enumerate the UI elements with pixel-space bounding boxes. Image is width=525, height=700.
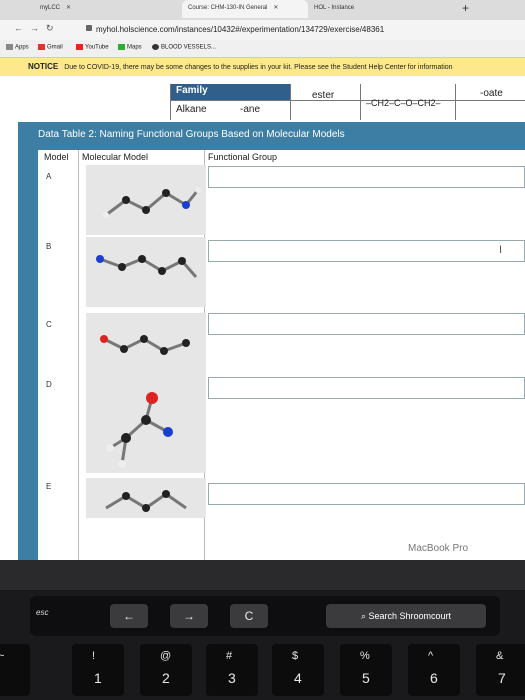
- notice-banner: NOTICE Due to COVID-19, there may be some…: [0, 58, 525, 76]
- forward-arrow-icon[interactable]: →: [170, 604, 208, 628]
- bookmark-apps[interactable]: Apps: [6, 44, 29, 51]
- molecule-image-b: [86, 237, 206, 307]
- key-7[interactable]: & 7: [476, 644, 525, 696]
- tab-mylcc[interactable]: myLCC ✕: [34, 0, 182, 18]
- row-label: A: [46, 172, 52, 181]
- tab-label: Course: CHM-130-IN General: [188, 5, 268, 11]
- functional-group-input-b[interactable]: I: [208, 240, 525, 262]
- tab-hol-instance[interactable]: HOL - Instance: [308, 0, 458, 18]
- globe-icon: [152, 44, 159, 50]
- new-tab-icon[interactable]: +: [462, 1, 469, 15]
- key-tilde[interactable]: ~: [0, 644, 30, 696]
- divider: [78, 150, 79, 560]
- suffix-cell: -ane: [240, 104, 261, 115]
- reload-icon[interactable]: C: [230, 604, 268, 628]
- family-cell: Alkane: [176, 104, 207, 115]
- close-icon[interactable]: ✕: [273, 5, 278, 11]
- family-table: Family ester -oate Alkane -ane –CH2–C–O–…: [170, 84, 525, 120]
- keyboard-row: ~ ! 1 @2 #3 $4 % 5 ^ 6 & 7: [0, 640, 525, 700]
- data-table: Model Molecular Model Functional Group A…: [38, 150, 525, 560]
- key-3[interactable]: #3: [206, 644, 258, 696]
- key-1[interactable]: ! 1: [72, 644, 124, 696]
- family-cell: ester: [312, 90, 335, 101]
- key-5[interactable]: % 5: [340, 644, 392, 696]
- functional-group-input-c[interactable]: [208, 313, 525, 335]
- bookmark-blood-vessels[interactable]: BLOOD VESSELS...: [152, 44, 216, 51]
- column-header-molecular-model: Molecular Model: [82, 152, 149, 162]
- divider: [360, 84, 361, 120]
- esc-key[interactable]: esc: [36, 608, 48, 617]
- apps-icon: [6, 44, 13, 50]
- column-header-functional-group: Functional Group: [208, 152, 278, 162]
- search-icon: ⌕: [360, 611, 369, 621]
- structure-cell: –CH2–C–O–CH2–: [366, 98, 441, 108]
- key-2[interactable]: @2: [140, 644, 192, 696]
- browser-screen: myLCC ✕ Course: CHM-130-IN General ✕ HOL -…: [0, 0, 525, 560]
- bookmark-gmail[interactable]: Gmail: [38, 44, 63, 51]
- key-6[interactable]: ^ 6: [408, 644, 460, 696]
- address-bar: ← → ↻ myhol.holscience.com/instances/104…: [0, 20, 525, 40]
- divider: [170, 100, 525, 101]
- tab-label: myLCC: [40, 5, 61, 11]
- functional-group-input-a[interactable]: [208, 166, 525, 188]
- tab-bar: myLCC ✕ Course: CHM-130-IN General ✕ HOL -…: [0, 0, 525, 20]
- tab-label: HOL - Instance: [314, 5, 355, 11]
- functional-group-input-e[interactable]: [208, 483, 525, 505]
- bookmark-youtube[interactable]: YouTube: [76, 44, 109, 51]
- back-arrow-icon[interactable]: ←: [110, 604, 148, 628]
- molecule-image-d: [86, 378, 206, 473]
- bookmark-maps[interactable]: Maps: [118, 44, 142, 51]
- tab-course[interactable]: Course: CHM-130-IN General ✕: [182, 0, 308, 18]
- bookmarks-bar: Apps Gmail YouTube Maps BLOOD VESSELS...: [0, 40, 525, 58]
- data-table-title: Data Table 2: Naming Functional Groups B…: [38, 129, 345, 140]
- column-header-model: Model: [44, 152, 69, 162]
- forward-icon[interactable]: →: [30, 23, 39, 33]
- notice-text: Due to COVID-19, there may be some chang…: [64, 64, 453, 71]
- touch-bar: esc ← → C ⌕ Search Shroomcourt: [30, 596, 500, 636]
- back-icon[interactable]: ←: [14, 23, 23, 33]
- text-cursor-icon: I: [498, 244, 502, 256]
- molecule-image-e: [86, 478, 206, 518]
- gmail-icon: [38, 44, 45, 50]
- key-4[interactable]: $4: [272, 644, 324, 696]
- maps-icon: [118, 44, 125, 50]
- family-header: Family: [170, 84, 290, 100]
- molecule-image-a: [86, 165, 206, 235]
- close-icon[interactable]: ✕: [66, 5, 71, 11]
- notice-label: NOTICE: [28, 62, 59, 71]
- youtube-icon: [76, 44, 83, 50]
- lock-icon: [86, 25, 92, 31]
- macbook-label: MacBook Pro: [408, 543, 469, 554]
- row-label: D: [46, 380, 52, 389]
- touchbar-search-button[interactable]: ⌕ Search Shroomcourt: [326, 604, 486, 628]
- divider: [455, 84, 456, 120]
- url-field[interactable]: myhol.holscience.com/instances/10432#/ex…: [96, 25, 384, 34]
- row-label: E: [46, 482, 52, 491]
- row-label: B: [46, 242, 52, 251]
- divider: [170, 84, 171, 120]
- functional-group-input-d[interactable]: [208, 377, 525, 399]
- molecule-image-c: [86, 313, 206, 383]
- suffix-cell: -oate: [480, 88, 503, 99]
- row-label: C: [46, 320, 52, 329]
- laptop-bezel: [0, 560, 525, 590]
- divider: [290, 84, 291, 120]
- reload-icon[interactable]: ↻: [46, 23, 54, 34]
